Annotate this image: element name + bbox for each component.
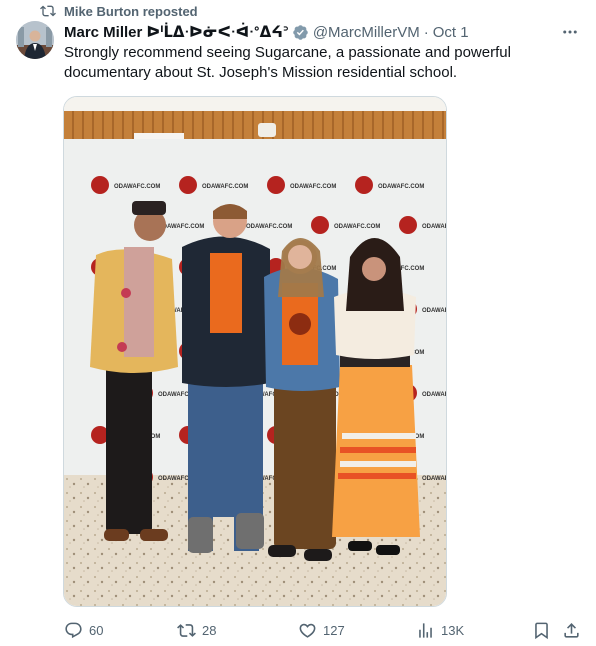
views-icon xyxy=(419,622,432,638)
backdrop-logo-icon xyxy=(355,176,373,194)
tweet-photo[interactable]: ODAWAFC.COM ODAWAFC.COM ODAWAFC.COM ODAWAFC… xyxy=(63,96,447,607)
backdrop-logo-text: ODAWAFC.COM xyxy=(334,224,380,230)
more-icon xyxy=(563,30,577,34)
share-button[interactable] xyxy=(562,619,587,641)
author-handle[interactable]: @MarcMillerVM xyxy=(313,24,420,41)
backdrop-logo-icon xyxy=(91,176,109,194)
repost-icon xyxy=(177,623,196,637)
tweet-date[interactable]: Oct 1 xyxy=(433,24,469,41)
bookmark-icon xyxy=(535,622,548,639)
backdrop-logo-text: ODAWAFC.COM xyxy=(422,392,447,398)
repost-button[interactable]: 28 xyxy=(177,619,216,641)
avatar[interactable] xyxy=(16,21,54,59)
backdrop-logo-icon xyxy=(399,216,417,234)
verified-badge-icon xyxy=(293,24,308,40)
person-2 xyxy=(182,204,270,553)
backdrop-logo-text: ODAWAFC.COM xyxy=(378,184,424,190)
backdrop-logo-icon xyxy=(311,216,329,234)
views-button[interactable]: 13K xyxy=(416,619,464,641)
person-3 xyxy=(264,238,340,561)
views-count: 13K xyxy=(441,622,465,638)
backdrop-logo-text: ODAWAFC.COM xyxy=(422,224,447,230)
repost-icon xyxy=(40,5,56,17)
separator: · xyxy=(423,23,429,41)
like-icon xyxy=(299,623,316,638)
backdrop-logo-text: ODAWAFC.COM xyxy=(422,476,447,482)
repost-label: Mike Burton reposted xyxy=(64,3,198,19)
backdrop-logo-text: ODAWAFC.COM xyxy=(202,184,248,190)
backdrop-logo-text: ODAWAFC.COM xyxy=(114,184,160,190)
repost-count: 28 xyxy=(202,622,217,638)
tweet-text: Strongly recommend seeing Sugarcane, a p… xyxy=(64,44,511,81)
backdrop-logo-icon xyxy=(267,176,285,194)
backdrop-logo-text: ODAWAFC.COM xyxy=(422,308,447,314)
tweet-header: Marc Miller ᐅᑊᒫᐃᐧᐅᓃᐸᐧᐋᐧᐤᐃᔦᐣ @MarcMillerV… xyxy=(64,22,584,42)
share-icon xyxy=(564,622,579,638)
action-bar: 60 28 127 13K xyxy=(64,619,584,641)
like-button[interactable]: 127 xyxy=(298,619,345,641)
more-button[interactable] xyxy=(560,22,580,42)
author-name[interactable]: Marc Miller ᐅᑊᒫᐃᐧᐅᓃᐸᐧᐋᐧᐤᐃᔦᐣ xyxy=(64,23,289,41)
reply-count: 60 xyxy=(89,622,104,638)
repost-indicator[interactable]: Mike Burton reposted xyxy=(40,2,198,20)
reply-icon xyxy=(65,622,82,638)
reply-button[interactable]: 60 xyxy=(64,619,103,641)
backdrop-logo-icon xyxy=(179,176,197,194)
backdrop-logo-text: ODAWAFC.COM xyxy=(290,184,336,190)
bookmark-button[interactable] xyxy=(532,619,557,641)
like-count: 127 xyxy=(323,622,345,638)
backdrop-logo-text: ODAWAFC.COM xyxy=(246,224,292,230)
